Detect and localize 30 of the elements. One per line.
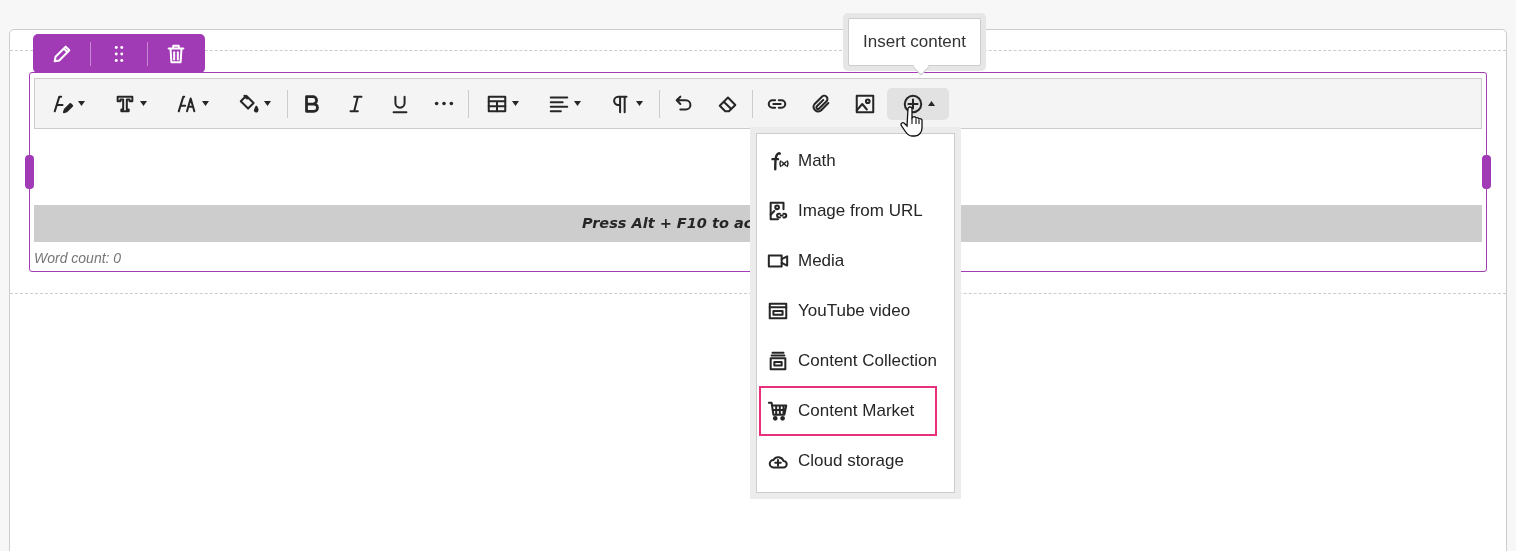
caret-icon bbox=[927, 101, 935, 106]
add-circle-icon bbox=[901, 92, 924, 115]
tooltip-text: Insert content bbox=[848, 18, 981, 66]
add-circle-button[interactable] bbox=[887, 87, 949, 120]
image-link-icon bbox=[767, 200, 789, 222]
window-icon bbox=[767, 300, 789, 322]
caret-icon bbox=[573, 101, 581, 106]
shopping-cart-icon bbox=[767, 400, 789, 422]
caret-icon bbox=[139, 101, 147, 106]
menu-item[interactable]: Media bbox=[757, 236, 954, 286]
caret-icon bbox=[201, 101, 209, 106]
caret-icon bbox=[77, 101, 85, 106]
word-count: Word count: 0 bbox=[34, 250, 122, 266]
resize-handle[interactable] bbox=[25, 155, 34, 189]
paint-bucket-icon bbox=[237, 92, 260, 115]
menu-item[interactable]: Content Collection bbox=[757, 336, 954, 386]
more-icon bbox=[434, 101, 454, 106]
resize-handle[interactable] bbox=[1482, 155, 1491, 189]
caret-icon bbox=[263, 101, 271, 106]
image-icon bbox=[854, 92, 876, 115]
paperclip-icon bbox=[810, 92, 832, 115]
caret-icon bbox=[635, 101, 643, 106]
menu-item[interactable]: Image from URL bbox=[757, 186, 954, 236]
menu-item[interactable]: YouTube video bbox=[757, 286, 954, 336]
menu-item[interactable]: Math bbox=[757, 136, 954, 186]
menu-item[interactable]: Cloud storage bbox=[757, 436, 954, 486]
trash-icon bbox=[165, 42, 187, 65]
archive-icon bbox=[767, 350, 789, 372]
menu-item[interactable]: Content Market bbox=[759, 386, 937, 436]
caret-icon bbox=[511, 101, 519, 106]
